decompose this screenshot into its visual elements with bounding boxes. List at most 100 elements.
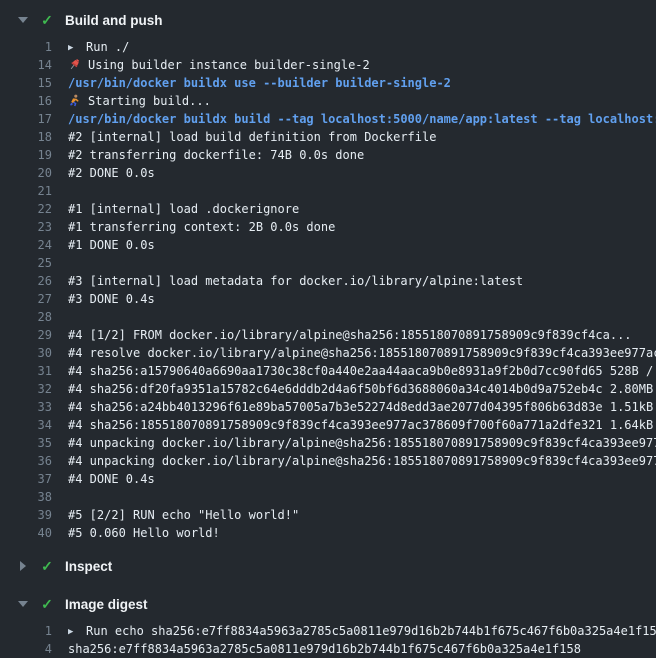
log-text: #3 [internal] load metadata for docker.i… (68, 272, 656, 290)
log-text: #5 [2/2] RUN echo "Hello world!" (68, 506, 656, 524)
section-lines: 1 ▶Run echo sha256:e7ff8834a5963a2785c5a… (0, 622, 656, 658)
success-check-icon: ✓ (39, 594, 55, 614)
workflow-log-viewer: ✓ Build and push 1 ▶Run ./ 14 Using buil… (0, 0, 656, 658)
log-line: 20 #2 DONE 0.0s (0, 164, 656, 182)
line-number[interactable]: 15 (0, 74, 52, 92)
log-text: #4 sha256:a15790640a6690aa1730c38cf0a440… (68, 362, 656, 380)
line-number[interactable]: 20 (0, 164, 52, 182)
line-number[interactable]: 40 (0, 524, 52, 542)
log-section-image-digest: ✓ Image digest 1 ▶Run echo sha256:e7ff88… (0, 594, 656, 658)
line-number[interactable]: 30 (0, 344, 52, 362)
section-header-image-digest[interactable]: ✓ Image digest (0, 594, 656, 614)
line-number[interactable]: 35 (0, 434, 52, 452)
line-number[interactable]: 27 (0, 290, 52, 308)
log-section-build-and-push: ✓ Build and push 1 ▶Run ./ 14 Using buil… (0, 10, 656, 542)
line-number[interactable]: 14 (0, 56, 52, 74)
line-number[interactable]: 38 (0, 488, 52, 506)
line-number[interactable]: 33 (0, 398, 52, 416)
log-line: 16 Starting build... (0, 92, 656, 110)
log-text: ▶Run echo sha256:e7ff8834a5963a2785c5a08… (68, 622, 656, 640)
log-text: #4 resolve docker.io/library/alpine@sha2… (68, 344, 656, 362)
log-text: #4 sha256:185518070891758909c9f839cf4ca3… (68, 416, 656, 434)
section-header-inspect[interactable]: ✓ Inspect (0, 556, 656, 576)
success-check-icon: ✓ (39, 10, 55, 30)
log-text: #2 DONE 0.0s (68, 164, 656, 182)
line-number[interactable]: 21 (0, 182, 52, 200)
log-text (68, 254, 656, 272)
log-text: /usr/bin/docker buildx build --tag local… (68, 110, 656, 128)
line-number[interactable]: 1 (0, 38, 52, 56)
line-number[interactable]: 26 (0, 272, 52, 290)
success-check-icon: ✓ (39, 556, 55, 576)
log-line: 1 ▶Run echo sha256:e7ff8834a5963a2785c5a… (0, 622, 656, 640)
run-group-toggle-icon[interactable]: ▶ (68, 39, 86, 56)
log-line: 25 (0, 254, 656, 272)
line-number[interactable]: 4 (0, 640, 52, 658)
log-text: Using builder instance builder-single-2 (68, 56, 656, 74)
log-line: 24 #1 DONE 0.0s (0, 236, 656, 254)
log-line: 28 (0, 308, 656, 326)
line-number[interactable]: 37 (0, 470, 52, 488)
log-line: 39 #5 [2/2] RUN echo "Hello world!" (0, 506, 656, 524)
line-number[interactable]: 36 (0, 452, 52, 470)
log-text: #1 DONE 0.0s (68, 236, 656, 254)
log-line: 18 #2 [internal] load build definition f… (0, 128, 656, 146)
log-line: 1 ▶Run ./ (0, 38, 656, 56)
log-line: 4 sha256:e7ff8834a5963a2785c5a0811e979d1… (0, 640, 656, 658)
log-text: #4 unpacking docker.io/library/alpine@sh… (68, 452, 656, 470)
log-text: #4 DONE 0.4s (68, 470, 656, 488)
log-text: #1 transferring context: 2B 0.0s done (68, 218, 656, 236)
line-number[interactable]: 17 (0, 110, 52, 128)
log-line: 17 /usr/bin/docker buildx build --tag lo… (0, 110, 656, 128)
log-line: 19 #2 transferring dockerfile: 74B 0.0s … (0, 146, 656, 164)
chevron-down-icon[interactable] (18, 17, 28, 23)
log-line: 36 #4 unpacking docker.io/library/alpine… (0, 452, 656, 470)
pin-icon (68, 58, 81, 71)
chevron-right-icon[interactable] (20, 561, 26, 571)
section-lines: 1 ▶Run ./ 14 Using builder instance buil… (0, 38, 656, 542)
log-line: 35 #4 unpacking docker.io/library/alpine… (0, 434, 656, 452)
log-text: #3 DONE 0.4s (68, 290, 656, 308)
line-number[interactable]: 29 (0, 326, 52, 344)
line-number[interactable]: 32 (0, 380, 52, 398)
section-header-build-and-push[interactable]: ✓ Build and push (0, 10, 656, 30)
section-title: Build and push (65, 13, 163, 28)
line-number[interactable]: 34 (0, 416, 52, 434)
log-line: 27 #3 DONE 0.4s (0, 290, 656, 308)
line-number[interactable]: 1 (0, 622, 52, 640)
log-text: ▶Run ./ (68, 38, 656, 56)
log-text: sha256:e7ff8834a5963a2785c5a0811e979d16b… (68, 640, 656, 658)
log-section-inspect: ✓ Inspect (0, 556, 656, 576)
log-line: 33 #4 sha256:a24bb4013296f61e89ba57005a7… (0, 398, 656, 416)
line-number[interactable]: 28 (0, 308, 52, 326)
log-line: 15 /usr/bin/docker buildx use --builder … (0, 74, 656, 92)
log-line: 14 Using builder instance builder-single… (0, 56, 656, 74)
line-number[interactable]: 18 (0, 128, 52, 146)
log-line: 31 #4 sha256:a15790640a6690aa1730c38cf0a… (0, 362, 656, 380)
section-title: Image digest (65, 597, 148, 612)
run-group-toggle-icon[interactable]: ▶ (68, 623, 86, 640)
line-number[interactable]: 23 (0, 218, 52, 236)
line-number[interactable]: 31 (0, 362, 52, 380)
log-text: #4 sha256:a24bb4013296f61e89ba57005a7b3e… (68, 398, 656, 416)
log-text (68, 308, 656, 326)
log-line: 22 #1 [internal] load .dockerignore (0, 200, 656, 218)
log-line: 38 (0, 488, 656, 506)
log-line: 21 (0, 182, 656, 200)
log-line: 29 #4 [1/2] FROM docker.io/library/alpin… (0, 326, 656, 344)
runner-icon (68, 94, 81, 107)
line-number[interactable]: 25 (0, 254, 52, 272)
chevron-down-icon[interactable] (18, 601, 28, 607)
log-line: 40 #5 0.060 Hello world! (0, 524, 656, 542)
line-number[interactable]: 24 (0, 236, 52, 254)
section-title: Inspect (65, 559, 112, 574)
log-line: 30 #4 resolve docker.io/library/alpine@s… (0, 344, 656, 362)
log-line: 23 #1 transferring context: 2B 0.0s done (0, 218, 656, 236)
line-number[interactable]: 19 (0, 146, 52, 164)
line-number[interactable]: 39 (0, 506, 52, 524)
line-number[interactable]: 16 (0, 92, 52, 110)
log-text (68, 182, 656, 200)
log-line: 26 #3 [internal] load metadata for docke… (0, 272, 656, 290)
line-number[interactable]: 22 (0, 200, 52, 218)
log-text: #1 [internal] load .dockerignore (68, 200, 656, 218)
